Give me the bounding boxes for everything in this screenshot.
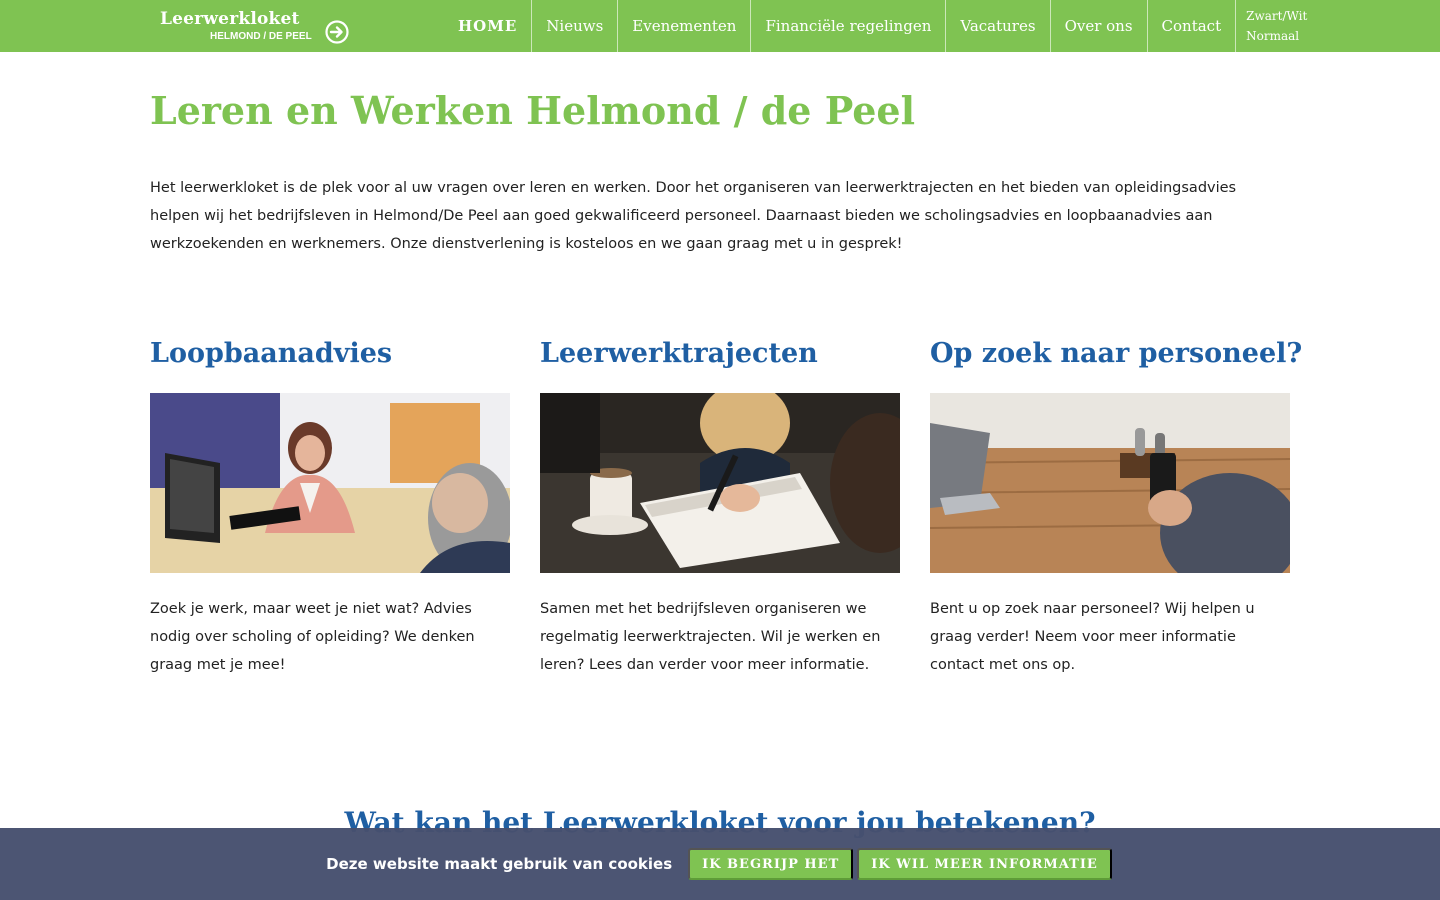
top-navigation-bar: Leerwerkloket HELMOND / DE PEEL HOME Nie… bbox=[0, 0, 1440, 52]
contrast-option-normal[interactable]: Normaal bbox=[1246, 26, 1299, 46]
logo-subtitle: HELMOND / DE PEEL bbox=[210, 31, 312, 42]
intro-paragraph: Het leerwerkloket is de plek voor al uw … bbox=[150, 180, 1237, 252]
nav-item-financiele-regelingen[interactable]: Financiële regelingen bbox=[750, 0, 945, 52]
nav-item-over-ons[interactable]: Over ons bbox=[1049, 0, 1147, 52]
card-leerwerktrajecten: Leerwerktrajecten Samen met het bedrijfs… bbox=[540, 338, 900, 679]
nav-item-contact[interactable]: Contact bbox=[1146, 0, 1236, 52]
card-title[interactable]: Loopbaanadvies bbox=[150, 338, 510, 393]
card-op-zoek-naar-personeel: Op zoek naar personeel? Bent u op zoek n… bbox=[930, 338, 1302, 679]
nav-item-evenementen[interactable]: Evenementen bbox=[617, 0, 750, 52]
cookie-more-info-button[interactable]: IK WIL MEER INFORMATIE bbox=[857, 848, 1112, 880]
card-loopbaanadvies: Loopbaanadvies Zoek je werk, maar weet j… bbox=[150, 338, 510, 679]
card-title[interactable]: Op zoek naar personeel? bbox=[930, 338, 1302, 393]
page-title: Leren en Werken Helmond / de Peel bbox=[150, 88, 916, 133]
card-image-recruitment[interactable] bbox=[930, 393, 1290, 573]
site-logo[interactable]: Leerwerkloket HELMOND / DE PEEL bbox=[160, 9, 355, 45]
nav-item-home[interactable]: HOME bbox=[444, 0, 531, 52]
card-image-career-advice[interactable] bbox=[150, 393, 510, 573]
arrow-right-icon bbox=[325, 20, 349, 44]
nav-item-vacatures[interactable]: Vacatures bbox=[945, 0, 1049, 52]
nav-item-nieuws[interactable]: Nieuws bbox=[531, 0, 617, 52]
card-image-learning-work-tracks[interactable] bbox=[540, 393, 900, 573]
logo-title: Leerwerkloket bbox=[160, 9, 300, 29]
card-description: Bent u op zoek naar personeel? Wij helpe… bbox=[930, 601, 1255, 673]
card-title[interactable]: Leerwerktrajecten bbox=[540, 338, 900, 393]
cookie-accept-button[interactable]: IK BEGRIJP HET bbox=[688, 848, 854, 880]
contrast-option-black-white[interactable]: Zwart/Wit bbox=[1246, 6, 1307, 26]
cookie-message: Deze website maakt gebruik van cookies bbox=[326, 855, 673, 873]
contrast-switcher: Zwart/Wit Normaal bbox=[1235, 0, 1317, 52]
cookie-consent-bar: Deze website maakt gebruik van cookies I… bbox=[0, 828, 1440, 900]
card-description: Zoek je werk, maar weet je niet wat? Adv… bbox=[150, 601, 475, 673]
main-nav: HOME Nieuws Evenementen Financiële regel… bbox=[444, 0, 1317, 52]
card-description: Samen met het bedrijfsleven organiseren … bbox=[540, 601, 881, 673]
